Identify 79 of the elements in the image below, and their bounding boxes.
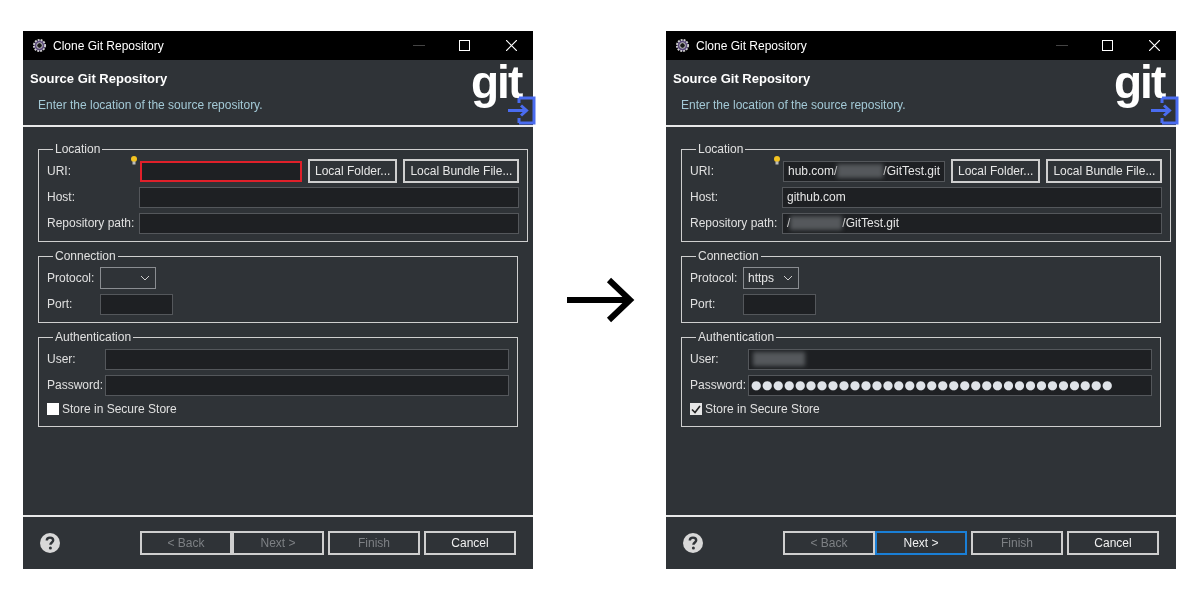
logo-text: git [471,55,522,110]
input-field[interactable] [139,212,520,234]
checkbox[interactable] [690,403,702,415]
field-label: User: [690,351,720,368]
checkbox[interactable] [47,403,59,415]
field-label: Password: [690,377,748,394]
input-field[interactable]: github.com [782,186,1163,208]
close-icon[interactable] [1149,40,1160,51]
browse-button[interactable]: Local Bundle File... [403,159,520,183]
field-label: Store in Secure Store [62,401,177,418]
wizard-button[interactable]: Cancel [1067,531,1159,555]
minimize-icon[interactable] [413,44,425,47]
help-icon[interactable] [40,533,60,553]
input-field[interactable] [743,293,816,315]
arrow-icon [564,276,635,324]
help-icon[interactable] [683,533,703,553]
input-field[interactable]: / /GitTest.git [782,212,1163,234]
page-description: Enter the location of the source repository. [681,96,907,114]
field-label: Port: [690,296,717,313]
redacted-block [753,352,805,366]
field-text: github.com [787,189,846,206]
field-label: Password: [47,377,105,394]
field-text: /GitTest.git [883,163,940,180]
gear-icon [32,38,47,53]
close-icon[interactable] [506,40,517,51]
lightbulb-icon [131,155,137,165]
field-label: Host: [47,189,76,206]
minimize-icon[interactable] [1056,44,1068,47]
lightbulb-icon [774,155,780,165]
wizard-button[interactable]: Next > [875,531,967,555]
input-field[interactable]: hub.com/ /GitTest.git [783,160,945,182]
group-title: Authentication [54,329,133,346]
password-field[interactable] [105,374,509,396]
group-title: Location [54,141,102,158]
input-field[interactable] [105,348,509,370]
password-mask: ●●●●●●●●●●●●●●●●●●●●●●●●●●●●●●●●● [751,378,1114,392]
group-title: Connection [54,248,117,265]
window-title: Clone Git Repository [696,37,807,55]
field-label: Store in Secure Store [705,401,820,418]
field-label: URI: [690,163,715,180]
group-title: Connection [697,248,760,265]
protocol-dropdown[interactable]: https [743,267,799,289]
chevron-icon [783,275,793,281]
redacted-block [790,216,843,230]
field-label: Repository path: [690,215,779,232]
field-text: hub.com/ [788,163,838,180]
dropdown-value: https [748,270,775,287]
field-label: Repository path: [47,215,136,232]
window-title: Clone Git Repository [53,37,164,55]
field-label: Protocol: [690,270,739,287]
field-label: Host: [690,189,719,206]
page-title: Source Git Repository [673,70,812,88]
redacted-block [837,164,884,178]
field-label: User: [47,351,77,368]
browse-button[interactable]: Local Bundle File... [1046,159,1163,183]
input-field[interactable] [140,160,302,182]
gear-icon [675,38,690,53]
logo-text: git [1114,55,1165,110]
maximize-icon[interactable] [459,40,470,51]
chevron-icon [140,275,150,281]
field-label: Protocol: [47,270,96,287]
field-text: /GitTest.git [842,215,900,232]
group-title: Authentication [697,329,776,346]
maximize-icon[interactable] [1102,40,1113,51]
input-field[interactable] [100,293,173,315]
wizard-button[interactable]: Cancel [424,531,516,555]
password-field[interactable]: ●●●●●●●●●●●●●●●●●●●●●●●●●●●●●●●●● [748,374,1152,396]
field-label: Port: [47,296,74,313]
field-label: URI: [47,163,72,180]
input-field[interactable] [748,348,1152,370]
page-description: Enter the location of the source repository. [38,96,264,114]
group-title: Location [697,141,745,158]
browse-button[interactable]: Local Folder... [308,159,398,183]
page-title: Source Git Repository [30,70,169,88]
check-icon [691,404,701,414]
field-text: / [787,215,791,232]
input-field[interactable] [139,186,520,208]
browse-button[interactable]: Local Folder... [951,159,1041,183]
protocol-dropdown[interactable] [100,267,156,289]
